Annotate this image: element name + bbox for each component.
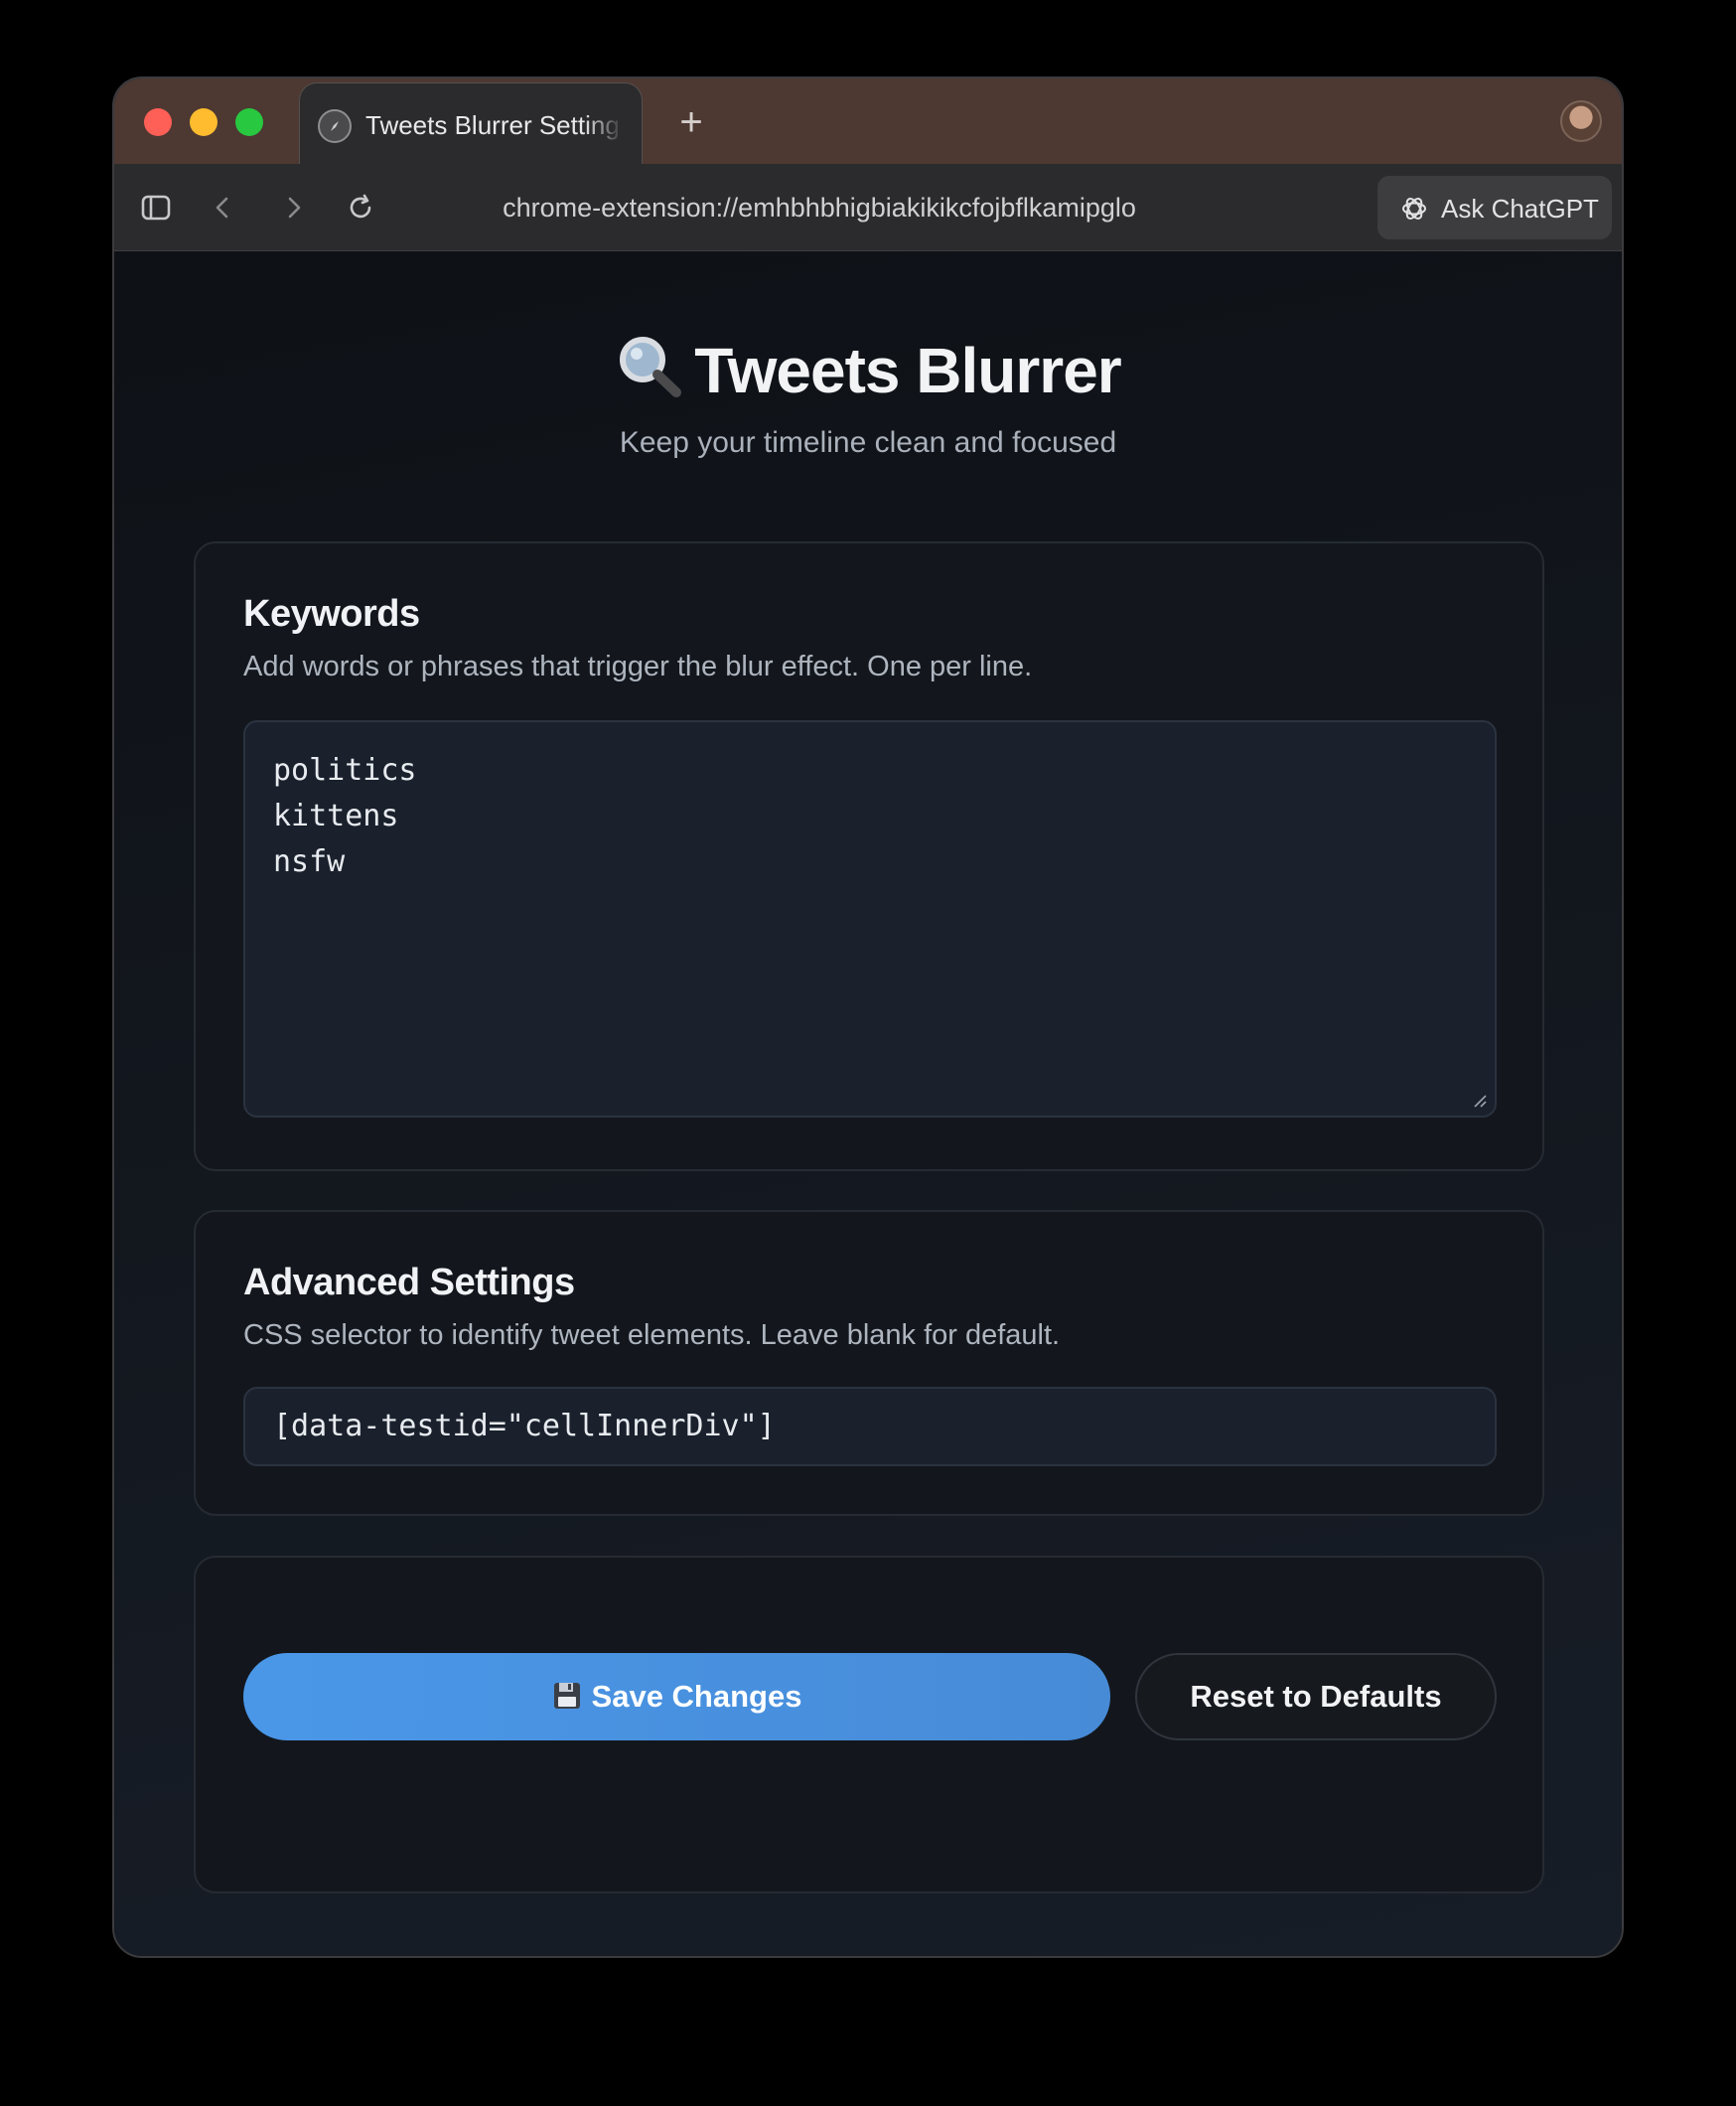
extension-settings-page: Tweets Blurrer Keep your timeline clean … [114,251,1622,1956]
sidebar-toggle-icon[interactable] [138,190,174,226]
actions-card: Save Changes Reset to Defaults [194,1556,1544,1893]
page-subtitle: Keep your timeline clean and focused [619,426,1117,459]
compass-icon [318,109,352,143]
page-title: Tweets Blurrer [694,335,1121,406]
ask-chatgpt-label: Ask ChatGPT [1441,194,1599,224]
advanced-settings-card: Advanced Settings CSS selector to identi… [194,1210,1544,1516]
floppy-disk-icon [552,1657,582,1709]
keywords-card: Keywords Add words or phrases that trigg… [194,541,1544,1171]
reload-icon[interactable] [343,190,378,226]
keyword-line: politics [273,753,417,788]
maximize-window-button[interactable] [235,108,263,136]
profile-avatar[interactable] [1560,100,1602,142]
keyword-line: nsfw [273,844,346,879]
advanced-settings-heading: Advanced Settings [243,1262,575,1303]
page-title-row: Tweets Blurrer [114,333,1622,407]
toolbar: chrome-extension://emhbhbhigbiakikikcfoj… [114,164,1622,251]
minimize-window-button[interactable] [190,108,217,136]
address-bar[interactable]: chrome-extension://emhbhbhigbiakikikcfoj… [472,188,1167,227]
tab-title: Tweets Blurrer Settings [365,110,618,140]
save-changes-button[interactable]: Save Changes [243,1653,1110,1740]
back-arrow-icon[interactable] [206,190,241,226]
magnifying-glass-icon [615,333,684,398]
keyword-line: kittens [273,799,399,833]
chatgpt-icon [1402,198,1426,220]
resize-handle-icon[interactable] [1471,1092,1487,1108]
tab-active[interactable]: Tweets Blurrer Settings [299,82,643,166]
ask-chatgpt-button[interactable]: Ask ChatGPT [1377,176,1612,239]
reset-to-defaults-button[interactable]: Reset to Defaults [1135,1653,1497,1740]
tab-bar: Tweets Blurrer Settings + [114,78,1622,166]
new-tab-button[interactable]: + [666,98,716,148]
advanced-settings-description: CSS selector to identify tweet elements.… [243,1319,1061,1351]
css-selector-input[interactable]: [data-testid="cellInnerDiv"] [243,1387,1497,1466]
keywords-description: Add words or phrases that trigger the bl… [243,651,1033,682]
keywords-heading: Keywords [243,593,420,635]
close-window-button[interactable] [144,108,172,136]
browser-window: Tweets Blurrer Settings + chrome-extensi… [112,76,1624,1958]
keywords-textarea[interactable]: politics kittens nsfw [243,720,1497,1118]
forward-arrow-icon[interactable] [275,190,311,226]
save-changes-label: Save Changes [591,1679,802,1714]
